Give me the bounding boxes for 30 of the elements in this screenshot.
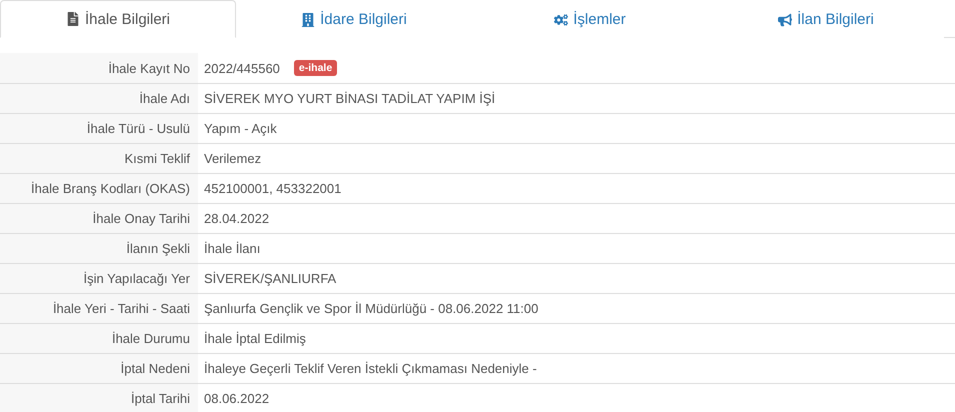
field-value: 452100001, 453322001 [204, 181, 342, 196]
field-label: İhale Kayıt No [0, 53, 198, 83]
field-value: 08.06.2022 [204, 391, 270, 406]
field-label: İhale Durumu [0, 324, 198, 353]
field-value: SİVEREK/ŞANLIURFA [204, 271, 336, 286]
building-icon [301, 12, 316, 26]
field-value: Yapım - Açık [204, 121, 277, 136]
field-label: İhale Onay Tarihi [0, 204, 198, 233]
gears-icon [554, 12, 568, 26]
field-value: İhale İptal Edilmiş [204, 331, 306, 346]
tag: e-ihale [294, 60, 338, 76]
field-label: İhale Adı [0, 84, 198, 113]
field-label: İptal Tarihi [0, 384, 198, 412]
field-label: İptal Nedeni [0, 354, 198, 383]
field-value: 28.04.2022 [204, 211, 270, 226]
field-label: İhale Branş Kodları (OKAS) [0, 174, 198, 203]
field-label: İlanın Şekli [0, 234, 198, 263]
field-value: İhale İlanı [204, 241, 260, 256]
field-label: İhale Yeri - Tarihi - Saati [0, 294, 198, 323]
field-label: Kısmi Teklif [0, 144, 198, 173]
field-value: Şanlıurfa Gençlik ve Spor İl Müdürlüğü - 08.06.2022 11:00 [204, 301, 538, 316]
document-icon [66, 12, 80, 26]
field-value: İhaleye Geçerli Teklif Veren İstekli Çıkmaması Nedeniyle - [204, 361, 537, 376]
field-label: İhale Türü - Usulü [0, 114, 198, 143]
field-value: Verilemez [204, 151, 262, 166]
field-label: İşin Yapılacağı Yer [0, 264, 198, 293]
tab[interactable]: İhale Bilgileri [0, 0, 236, 38]
field-value: 2022/445560 [204, 60, 280, 76]
megaphone-icon [778, 12, 792, 26]
field-value: SİVEREK MYO YURT BİNASI TADİLAT YAPIM İŞİ [204, 91, 496, 106]
